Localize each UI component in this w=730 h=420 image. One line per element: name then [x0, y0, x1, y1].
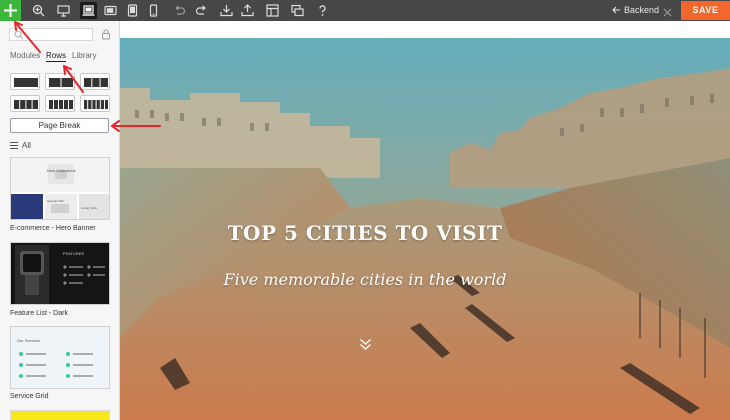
row-6-column-button[interactable] — [80, 95, 110, 112]
save-button[interactable]: SAVE — [681, 1, 730, 20]
sidebar-panel: Modules Rows Library Page Break All New … — [0, 21, 120, 420]
layout-button[interactable] — [264, 2, 281, 19]
undo-button[interactable] — [171, 2, 188, 19]
windows-icon — [291, 4, 304, 17]
laptop-icon — [82, 5, 95, 16]
filter-label: All — [22, 141, 31, 150]
category-filter[interactable]: All — [10, 141, 31, 150]
help-button[interactable] — [314, 2, 331, 19]
upload-icon — [241, 4, 254, 17]
mobile-view-button[interactable] — [145, 2, 162, 19]
export-button[interactable] — [239, 2, 256, 19]
desktop-view-button[interactable] — [55, 2, 72, 19]
row-2-column-button[interactable] — [45, 73, 75, 90]
mobile-icon — [149, 4, 158, 17]
template-label: E-commerce - Hero Banner — [10, 225, 96, 232]
three-column-icon — [84, 78, 108, 87]
service-grid-preview-image — [19, 352, 93, 378]
four-column-icon — [14, 100, 38, 109]
hero-subtitle: Five memorable cities in the world — [223, 270, 507, 289]
desktop-icon — [57, 5, 70, 17]
row-3-column-button[interactable] — [80, 73, 110, 90]
row-4-column-button[interactable] — [10, 95, 40, 112]
arrow-left-icon — [612, 6, 620, 14]
template-thumb-yellow[interactable] — [10, 410, 110, 420]
template-label: Feature List - Dark — [10, 310, 68, 317]
tablet-landscape-view-button[interactable] — [102, 2, 119, 19]
windows-button[interactable] — [289, 2, 306, 19]
help-icon — [319, 5, 326, 16]
page-canvas: TOP 5 CITIES TO VISIT Five memorable cit… — [120, 21, 730, 420]
template-thumb-ecommerce[interactable]: New Collections Special Offer Lovely Sof… — [10, 157, 110, 220]
six-column-icon — [84, 100, 108, 109]
thumb-heading: Our Services — [17, 338, 41, 343]
hero-title: TOP 5 CITIES TO VISIT — [227, 221, 503, 245]
zoom-button[interactable] — [30, 2, 47, 19]
add-button[interactable] — [0, 0, 21, 21]
hero-section[interactable]: TOP 5 CITIES TO VISIT Five memorable cit… — [120, 38, 730, 420]
plus-icon — [4, 4, 17, 17]
tab-rows[interactable]: Rows — [46, 51, 67, 62]
redo-button[interactable] — [193, 2, 210, 19]
layout-icon — [266, 4, 279, 17]
template-label: Service Grid — [10, 393, 49, 400]
tab-modules[interactable]: Modules — [10, 51, 40, 60]
smartwatch-preview-image — [15, 245, 105, 304]
one-column-icon — [14, 78, 38, 87]
search-input[interactable] — [9, 28, 93, 41]
close-icon — [663, 8, 672, 17]
tablet-icon — [127, 4, 138, 17]
five-column-icon — [49, 100, 73, 109]
page-top-spacer — [120, 21, 730, 38]
backend-label: Backend — [624, 5, 660, 15]
redo-icon — [195, 5, 206, 15]
template-thumb-service-grid[interactable]: Our Services — [10, 326, 110, 389]
two-column-icon — [49, 78, 73, 87]
import-button[interactable] — [218, 2, 235, 19]
page-break-button[interactable]: Page Break — [10, 118, 109, 133]
zoom-icon — [32, 4, 45, 17]
template-thumb-feature-dark[interactable]: FEATURES — [10, 242, 110, 305]
menu-icon — [10, 142, 18, 149]
chevron-double-down-icon[interactable] — [359, 338, 372, 351]
thumb-heading: New Collections — [47, 168, 76, 173]
backend-link[interactable]: Backend — [612, 0, 659, 21]
row-5-column-button[interactable] — [45, 95, 75, 112]
search-icon — [14, 30, 24, 40]
top-toolbar: Backend SAVE — [0, 0, 730, 21]
row-1-column-button[interactable] — [10, 73, 40, 90]
laptop-view-button[interactable] — [80, 2, 97, 19]
thumb-card-label: Special Offer — [47, 199, 65, 203]
tablet-view-button[interactable] — [124, 2, 141, 19]
download-icon — [220, 5, 233, 17]
thumb-heading: FEATURES — [63, 251, 85, 256]
tab-library[interactable]: Library — [72, 51, 96, 60]
thumb-card-label: Lovely Sofa — [81, 206, 97, 210]
tablet-landscape-icon — [104, 5, 117, 16]
close-button[interactable] — [662, 5, 673, 17]
undo-icon — [175, 5, 186, 15]
lock-icon[interactable] — [101, 29, 111, 40]
